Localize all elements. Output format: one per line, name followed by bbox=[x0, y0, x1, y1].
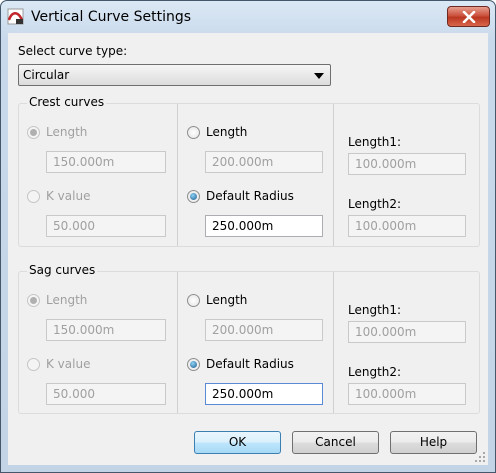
dialog-body: Select curve type: Circular Crest curves… bbox=[8, 33, 488, 465]
title-bar[interactable]: Vertical Curve Settings bbox=[1, 1, 495, 33]
crest-length-radio[interactable] bbox=[27, 126, 40, 139]
curve-type-select[interactable]: Circular bbox=[18, 64, 331, 86]
crest-length2-field[interactable]: 100.000m bbox=[348, 215, 466, 237]
crest-default-radius-field[interactable]: 250.000m bbox=[205, 215, 323, 237]
ok-button[interactable]: OK bbox=[194, 431, 281, 454]
sag-length2-label: Length2: bbox=[348, 365, 402, 379]
sag-default-radius-field[interactable]: 250.000m bbox=[205, 383, 323, 405]
chevron-down-icon bbox=[314, 73, 324, 79]
resize-grip-icon[interactable] bbox=[475, 452, 486, 463]
crest-curves-group: Crest curves Length 150.000m K value 50.… bbox=[18, 95, 480, 247]
sag-length1-label: Length1: bbox=[348, 303, 402, 317]
dialog-window: Vertical Curve Settings Select curve typ… bbox=[0, 0, 496, 473]
crest-length2-label: Length2: bbox=[348, 197, 402, 211]
divider bbox=[333, 104, 334, 246]
close-button[interactable] bbox=[447, 6, 490, 27]
crest-k-value-label: K value bbox=[46, 189, 91, 203]
sag-k-value-field[interactable]: 50.000 bbox=[46, 383, 166, 405]
sag-length2-field[interactable]: 100.000m bbox=[348, 383, 466, 405]
window-title: Vertical Curve Settings bbox=[31, 9, 192, 25]
divider bbox=[333, 272, 334, 413]
cancel-button[interactable]: Cancel bbox=[292, 431, 379, 454]
app-icon bbox=[7, 8, 24, 25]
sag-col2-length-radio[interactable] bbox=[187, 294, 200, 307]
sag-default-radius-radio[interactable] bbox=[187, 358, 200, 371]
sag-curves-group: Sag curves Length 150.000m K value 50.00… bbox=[18, 263, 480, 414]
sag-default-radius-label: Default Radius bbox=[206, 357, 294, 371]
sag-length-field[interactable]: 150.000m bbox=[46, 319, 166, 341]
crest-col2-length-label: Length bbox=[206, 125, 248, 139]
sag-col2-length-field[interactable]: 200.000m bbox=[205, 319, 323, 341]
divider bbox=[177, 104, 178, 246]
crest-length1-label: Length1: bbox=[348, 135, 402, 149]
sag-col2-length-label: Length bbox=[206, 293, 248, 307]
curve-type-value: Circular bbox=[23, 68, 70, 82]
crest-length1-field[interactable]: 100.000m bbox=[348, 153, 466, 175]
sag-length-label: Length bbox=[46, 293, 88, 307]
curve-type-label: Select curve type: bbox=[18, 44, 128, 58]
divider bbox=[177, 272, 178, 413]
crest-k-value-field[interactable]: 50.000 bbox=[46, 215, 166, 237]
sag-k-value-radio[interactable] bbox=[27, 358, 40, 371]
crest-default-radius-label: Default Radius bbox=[206, 189, 294, 203]
crest-k-value-radio[interactable] bbox=[27, 190, 40, 203]
close-icon bbox=[462, 11, 476, 23]
help-button[interactable]: Help bbox=[390, 431, 477, 454]
crest-col2-length-field[interactable]: 200.000m bbox=[205, 151, 323, 173]
sag-curves-title: Sag curves bbox=[27, 263, 98, 277]
crest-col2-length-radio[interactable] bbox=[187, 126, 200, 139]
crest-length-field[interactable]: 150.000m bbox=[46, 151, 166, 173]
crest-default-radius-radio[interactable] bbox=[187, 190, 200, 203]
crest-curves-title: Crest curves bbox=[27, 95, 107, 109]
crest-length-label: Length bbox=[46, 125, 88, 139]
sag-length1-field[interactable]: 100.000m bbox=[348, 321, 466, 343]
sag-length-radio[interactable] bbox=[27, 294, 40, 307]
sag-k-value-label: K value bbox=[46, 357, 91, 371]
